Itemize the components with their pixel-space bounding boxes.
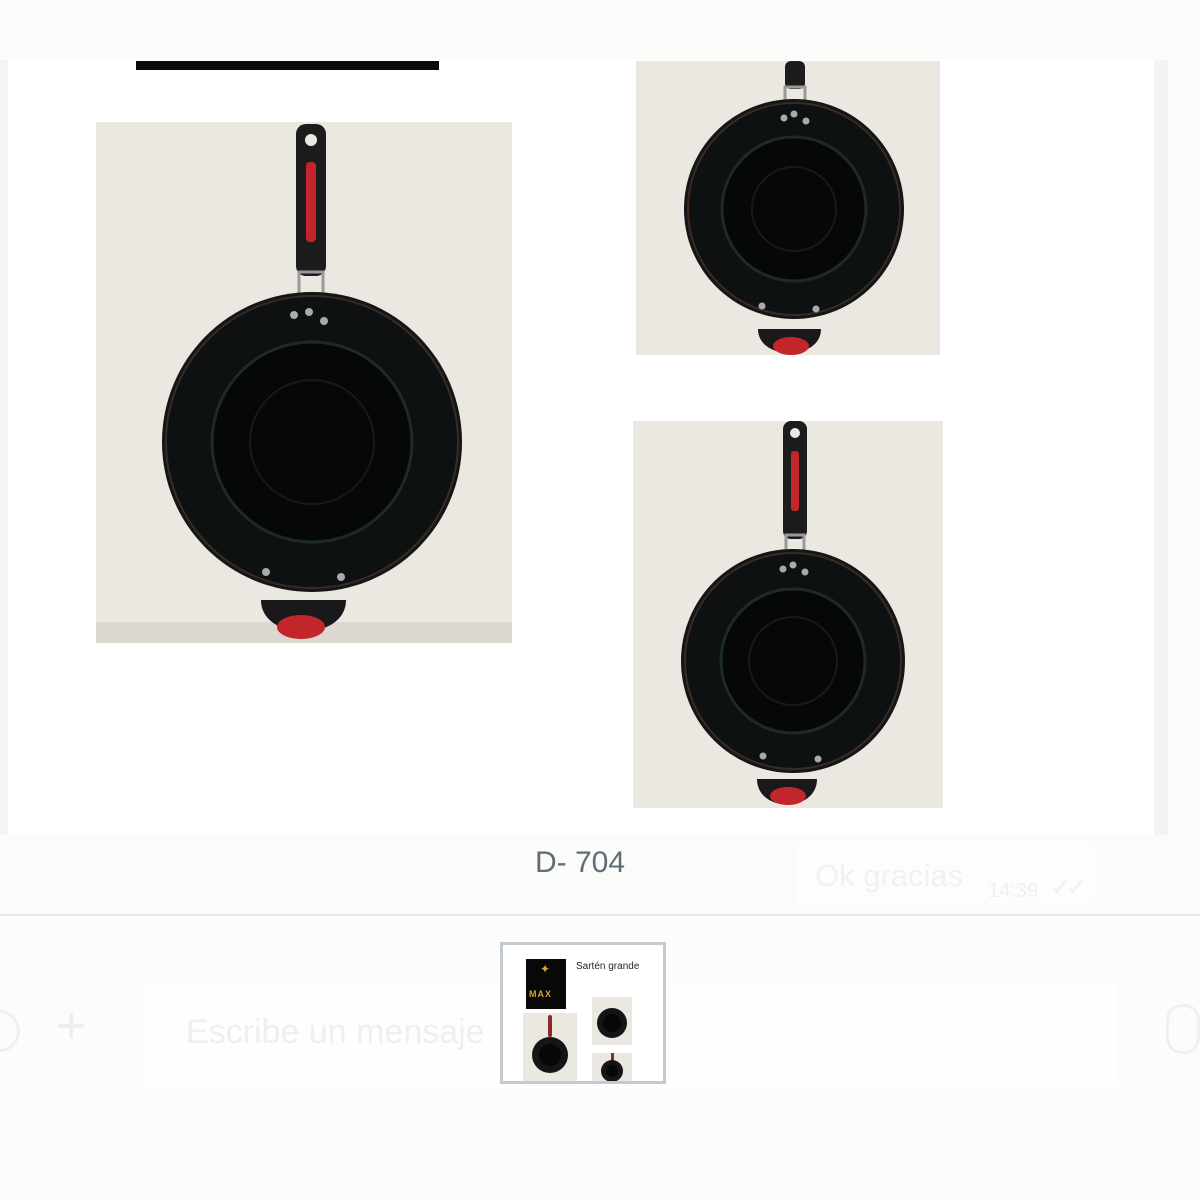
previous-media-edge[interactable]: [0, 60, 8, 835]
pan-photo-large: [96, 122, 512, 643]
thumbnail-title: Sartén grande: [576, 961, 640, 972]
thumbnail-pan-bottom: [592, 1053, 632, 1081]
media-caption: D- 704: [534, 846, 626, 879]
thumbnail-pan-top: [592, 997, 632, 1045]
double-check-icon: ✓✓: [1050, 872, 1087, 902]
media-thumbnail[interactable]: ✦ MAX Sartén grande: [500, 942, 666, 1084]
pan-photo-top-right: [636, 61, 940, 355]
star-icon: ✦: [540, 962, 551, 976]
pan-photo-bottom-right: [633, 421, 943, 808]
viewer-divider: [0, 914, 1200, 916]
message-time: 14:39: [988, 880, 1039, 902]
next-media-edge[interactable]: [1154, 60, 1168, 835]
header-rule: [136, 61, 439, 70]
brand-logo: ✦ MAX: [526, 959, 566, 1009]
message-input-placeholder: Escribe un mensaje: [186, 1013, 485, 1051]
thumbnail-pan-large: [523, 1013, 577, 1081]
microphone-icon[interactable]: [1166, 1004, 1200, 1054]
plus-icon[interactable]: +: [56, 1000, 86, 1052]
brand-logo-text: MAX: [529, 989, 552, 999]
message-text: Ok gracias: [815, 858, 964, 893]
